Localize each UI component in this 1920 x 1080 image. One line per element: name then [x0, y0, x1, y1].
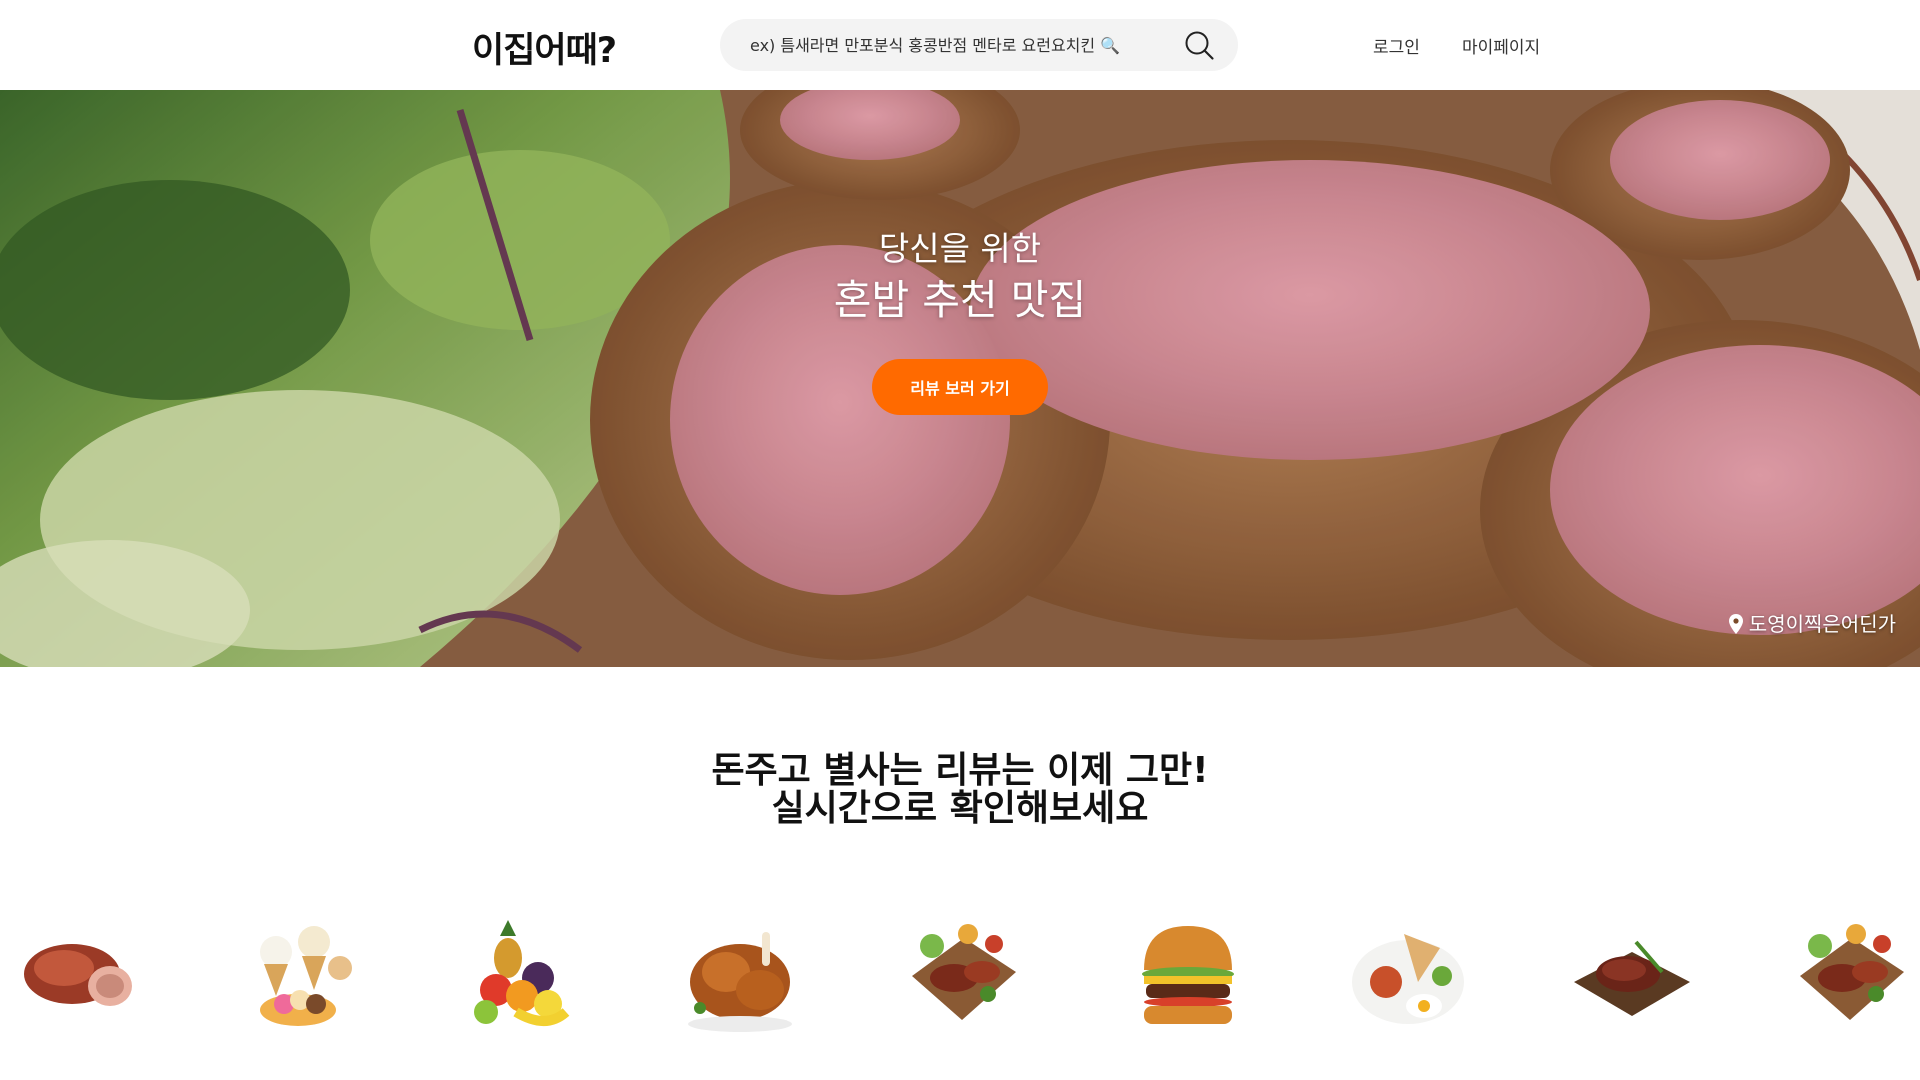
hero-subtitle: 당신을 위한 [878, 229, 1042, 268]
view-reviews-button[interactable]: 리뷰 보러 가기 [872, 359, 1048, 415]
location-pin-icon [1728, 614, 1743, 634]
burger-icon[interactable] [1122, 912, 1252, 1042]
breakfast-plate-icon[interactable] [1344, 912, 1474, 1042]
search-icon[interactable] [1184, 30, 1216, 62]
header: 이집어때? 로그인 마이페이지 [0, 0, 1920, 90]
steak-board-icon[interactable] [1566, 912, 1696, 1042]
section-title-line2: 실시간으로 확인해보세요 [771, 788, 1149, 829]
fruit-icon[interactable] [456, 912, 586, 1042]
logo[interactable]: 이집어때? [472, 22, 617, 73]
roast-meat-icon[interactable] [12, 912, 142, 1042]
section-heading: 돈주고 별사는 리뷰는 이제 그만! 실시간으로 확인해보세요 [0, 752, 1920, 828]
hero-banner: 당신을 위한 혼밥 추천 맛집 리뷰 보러 가기 도영이찍은어딘가 [0, 90, 1920, 667]
ice-cream-icon[interactable] [236, 912, 366, 1042]
search-input[interactable] [748, 19, 1168, 71]
photo-location: 도영이찍은어딘가 [1728, 608, 1896, 637]
steak-platter-icon[interactable] [1786, 912, 1916, 1042]
search-bar [720, 19, 1238, 71]
hero-title: 혼밥 추천 맛집 [833, 276, 1087, 324]
steak-platter-icon[interactable] [898, 912, 1028, 1042]
location-label: 도영이찍은어딘가 [1748, 612, 1896, 636]
food-category-carousel [0, 912, 1920, 1042]
mypage-link[interactable]: 마이페이지 [1462, 33, 1540, 58]
login-link[interactable]: 로그인 [1373, 33, 1420, 58]
section-title-line1: 돈주고 별사는 리뷰는 이제 그만! [711, 750, 1209, 791]
roast-chicken-icon[interactable] [676, 912, 806, 1042]
